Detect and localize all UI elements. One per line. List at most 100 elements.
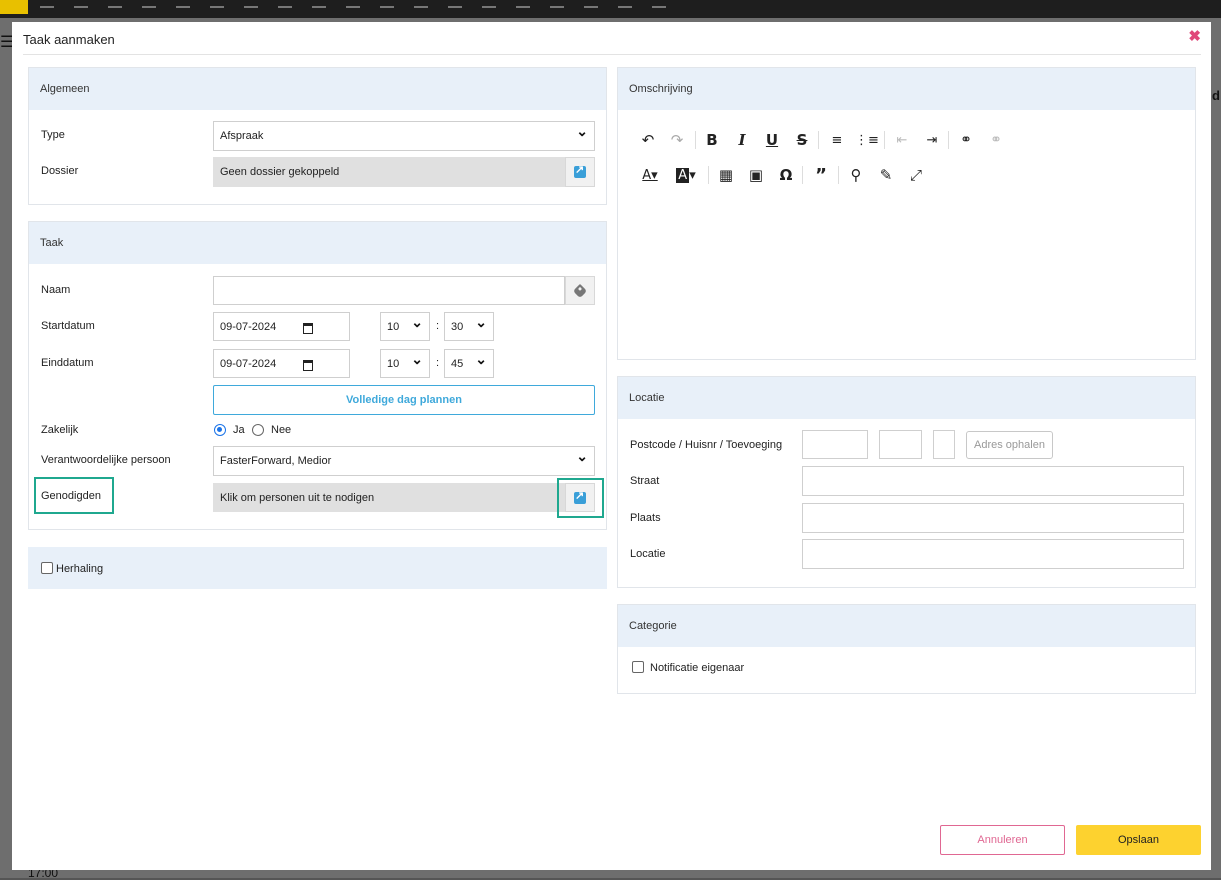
toolbar-separator bbox=[884, 131, 885, 149]
hamburger-menu-icon: ☰ bbox=[0, 34, 15, 51]
verantwoordelijke-label: Verantwoordelijke persoon bbox=[41, 454, 171, 466]
link-icon[interactable]: ⚭ bbox=[954, 129, 978, 151]
cancel-button[interactable]: Annuleren bbox=[940, 825, 1065, 855]
huisnummer-input[interactable] bbox=[879, 430, 922, 459]
zakelijk-ja-radio[interactable] bbox=[214, 424, 226, 436]
einddatum-label: Einddatum bbox=[41, 357, 94, 369]
find-replace-icon[interactable]: ⚲ bbox=[844, 164, 868, 186]
straat-input[interactable] bbox=[802, 466, 1184, 496]
genodigden-label: Genodigden bbox=[41, 490, 101, 502]
start-minute-value: 30 bbox=[451, 320, 464, 333]
taak-panel: Taak Naam Startdatum 09-07-2024 10 : 30 … bbox=[28, 221, 607, 530]
toolbar-separator bbox=[818, 131, 819, 149]
blockquote-icon[interactable]: ” bbox=[809, 164, 833, 186]
algemeen-panel: Algemeen Type Afspraak Dossier Geen doss… bbox=[28, 67, 607, 205]
background-color-icon[interactable]: A ▾ bbox=[674, 164, 698, 186]
toolbar-separator bbox=[695, 131, 696, 149]
type-select[interactable]: Afspraak bbox=[213, 121, 595, 151]
herhaling-checkbox[interactable] bbox=[41, 562, 53, 574]
unlink-icon[interactable]: ⚭ bbox=[984, 129, 1008, 151]
genodigden-field[interactable]: Klik om personen uit te nodigen bbox=[213, 483, 565, 512]
plaats-label: Plaats bbox=[630, 512, 661, 524]
redo-icon[interactable]: ↷ bbox=[665, 129, 689, 151]
special-char-icon[interactable]: Ω bbox=[774, 164, 798, 186]
table-icon[interactable]: ▦ bbox=[714, 164, 738, 186]
app-logo bbox=[0, 0, 28, 14]
categorie-heading: Categorie bbox=[618, 605, 1195, 647]
end-hour-select[interactable]: 10 bbox=[380, 349, 430, 378]
startdatum-label: Startdatum bbox=[41, 320, 95, 332]
modal-title: Taak aanmaken bbox=[23, 32, 115, 47]
adres-ophalen-button[interactable]: Adres ophalen bbox=[966, 431, 1053, 459]
genodigden-value: Klik om personen uit te nodigen bbox=[220, 491, 375, 504]
indent-icon[interactable]: ⇥ bbox=[920, 129, 944, 151]
fullscreen-icon[interactable]: ⤢ bbox=[904, 164, 928, 186]
postcode-input[interactable] bbox=[802, 430, 868, 459]
strikethrough-icon[interactable]: S bbox=[790, 129, 814, 151]
toolbar-separator bbox=[802, 166, 803, 184]
verantwoordelijke-select[interactable]: FasterForward, Medior bbox=[213, 446, 595, 476]
create-task-modal: Taak aanmaken ✖ Algemeen Type Afspraak D… bbox=[12, 22, 1211, 870]
bullet-list-icon[interactable]: ⋮≡ bbox=[855, 129, 879, 151]
numbered-list-icon[interactable]: ≡ bbox=[825, 129, 849, 151]
postcode-label: Postcode / Huisnr / Toevoeging bbox=[630, 439, 783, 451]
herhaling-label: Herhaling bbox=[56, 563, 104, 575]
start-time-separator: : bbox=[436, 320, 440, 332]
tag-icon bbox=[572, 283, 588, 298]
einddatum-input[interactable]: 09-07-2024 bbox=[213, 349, 350, 378]
startdatum-value: 09-07-2024 bbox=[220, 320, 277, 333]
taak-heading: Taak bbox=[29, 222, 606, 264]
external-link-icon bbox=[574, 163, 586, 178]
notificatie-checkbox[interactable] bbox=[632, 661, 644, 673]
locatie-label: Locatie bbox=[630, 548, 666, 560]
locatie-panel: Locatie Postcode / Huisnr / Toevoeging A… bbox=[617, 376, 1196, 588]
herhaling-panel: Herhaling bbox=[28, 547, 607, 589]
verantwoordelijke-value: FasterForward, Medior bbox=[220, 455, 332, 467]
dossier-link-button[interactable] bbox=[565, 157, 595, 187]
tag-button[interactable] bbox=[565, 276, 595, 305]
full-day-button[interactable]: Volledige dag plannen bbox=[213, 385, 595, 415]
categorie-panel: Categorie Notificatie eigenaar bbox=[617, 604, 1196, 694]
background-edge-text: d bbox=[1212, 88, 1220, 103]
start-hour-select[interactable]: 10 bbox=[380, 312, 430, 341]
naam-label: Naam bbox=[41, 284, 71, 296]
locatie-heading: Locatie bbox=[618, 377, 1195, 419]
start-hour-value: 10 bbox=[387, 320, 400, 333]
source-icon[interactable]: ✎ bbox=[874, 164, 898, 186]
undo-icon[interactable]: ↶ bbox=[636, 129, 660, 151]
locatie-input[interactable] bbox=[802, 539, 1184, 569]
startdatum-input[interactable]: 09-07-2024 bbox=[213, 312, 350, 341]
einddatum-value: 09-07-2024 bbox=[220, 357, 277, 370]
naam-input[interactable] bbox=[213, 276, 565, 305]
description-editor-area[interactable] bbox=[619, 198, 1194, 358]
start-minute-select[interactable]: 30 bbox=[444, 312, 494, 341]
toolbar-separator bbox=[838, 166, 839, 184]
omschrijving-panel: Omschrijving ↶ ↷ B I U S ≡ ⋮≡ ⇤ ⇥ ⚭ ⚭ A▾… bbox=[617, 67, 1196, 360]
bold-icon[interactable]: B bbox=[700, 129, 724, 151]
modal-divider bbox=[23, 54, 1201, 55]
zakelijk-nee-radio[interactable] bbox=[252, 424, 264, 436]
end-minute-value: 45 bbox=[451, 357, 464, 370]
close-icon[interactable]: ✖ bbox=[1188, 27, 1201, 45]
plaats-input[interactable] bbox=[802, 503, 1184, 533]
omschrijving-heading: Omschrijving bbox=[618, 68, 1195, 110]
app-topbar bbox=[0, 0, 1221, 18]
genodigden-button-highlight bbox=[557, 478, 604, 518]
save-button[interactable]: Opslaan bbox=[1076, 825, 1201, 855]
zakelijk-label: Zakelijk bbox=[41, 424, 79, 436]
underline-icon[interactable]: U bbox=[760, 129, 784, 151]
text-color-icon[interactable]: A▾ bbox=[638, 164, 662, 186]
toevoeging-input[interactable] bbox=[933, 430, 955, 459]
algemeen-heading: Algemeen bbox=[29, 68, 606, 110]
italic-icon[interactable]: I bbox=[730, 129, 754, 151]
end-hour-value: 10 bbox=[387, 357, 400, 370]
image-icon[interactable]: ▣ bbox=[744, 164, 768, 186]
type-select-value: Afspraak bbox=[220, 130, 264, 142]
end-minute-select[interactable]: 45 bbox=[444, 349, 494, 378]
dossier-label: Dossier bbox=[41, 165, 79, 177]
straat-label: Straat bbox=[630, 475, 660, 487]
outdent-icon[interactable]: ⇤ bbox=[890, 129, 914, 151]
zakelijk-nee-label: Nee bbox=[271, 424, 292, 436]
dossier-field[interactable]: Geen dossier gekoppeld bbox=[213, 157, 565, 187]
toolbar-separator bbox=[708, 166, 709, 184]
